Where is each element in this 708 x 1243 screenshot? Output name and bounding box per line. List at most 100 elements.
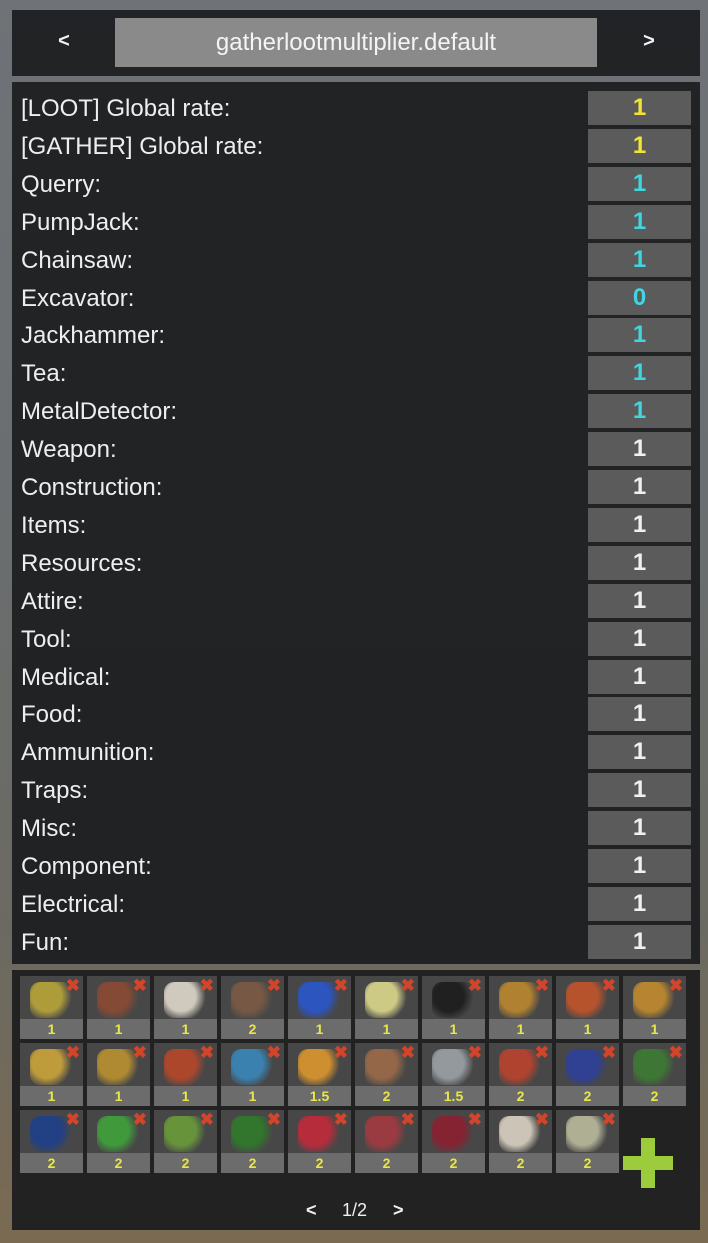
rate-value-input[interactable]: 1	[588, 470, 691, 504]
rate-value-input[interactable]: 1	[588, 166, 691, 201]
pager-next-button[interactable]: >	[393, 1200, 404, 1221]
item-multiplier: 1	[288, 1019, 351, 1039]
remove-item-icon[interactable]: ✖	[200, 1044, 214, 1061]
remove-item-icon[interactable]: ✖	[267, 977, 281, 994]
item-tile[interactable]: ✖ 2	[20, 1110, 83, 1173]
remove-item-icon[interactable]: ✖	[401, 977, 415, 994]
rate-value-input[interactable]: 1	[588, 204, 691, 239]
item-tile[interactable]: ✖ 2	[355, 1043, 418, 1106]
item-tile[interactable]: ✖ 2	[489, 1110, 552, 1173]
rate-value-input[interactable]: 1	[588, 886, 691, 921]
item-tile[interactable]: ✖ 1.5	[422, 1043, 485, 1106]
item-tile[interactable]: ✖ 1	[221, 1043, 284, 1106]
remove-item-icon[interactable]: ✖	[66, 977, 80, 994]
remove-item-icon[interactable]: ✖	[334, 977, 348, 994]
item-tile[interactable]: ✖ 1	[154, 1043, 217, 1106]
remove-item-icon[interactable]: ✖	[334, 1111, 348, 1128]
rate-value-input[interactable]: 1	[588, 811, 691, 846]
item-tile[interactable]: ✖ 2	[154, 1110, 217, 1173]
rate-label: Traps:	[21, 777, 89, 805]
remove-item-icon[interactable]: ✖	[267, 1111, 281, 1128]
rate-label: Chainsaw:	[21, 246, 134, 274]
remove-item-icon[interactable]: ✖	[401, 1111, 415, 1128]
remove-item-icon[interactable]: ✖	[66, 1111, 80, 1128]
rate-value-input[interactable]: 1	[588, 128, 691, 163]
remove-item-icon[interactable]: ✖	[334, 1044, 348, 1061]
item-tile[interactable]: ✖ 2	[221, 1110, 284, 1173]
item-tile[interactable]: ✖ 1	[87, 976, 150, 1039]
rate-value-input[interactable]: 1	[588, 583, 691, 618]
item-tile[interactable]: ✖ 2	[355, 1110, 418, 1173]
item-tile[interactable]: ✖ 1	[489, 976, 552, 1039]
remove-item-icon[interactable]: ✖	[267, 1044, 281, 1061]
rate-value-input[interactable]: 1	[588, 924, 691, 959]
rate-value-input[interactable]: 1	[588, 621, 691, 656]
remove-item-icon[interactable]: ✖	[602, 1044, 616, 1061]
remove-item-icon[interactable]: ✖	[66, 1044, 80, 1061]
item-multiplier: 2	[556, 1086, 619, 1106]
item-tile[interactable]: ✖ 2	[556, 1110, 619, 1173]
item-multiplier: 2	[355, 1086, 418, 1106]
remove-item-icon[interactable]: ✖	[535, 1111, 549, 1128]
rate-value-input[interactable]: 1	[588, 242, 691, 277]
rate-row: Fun: 1	[12, 924, 700, 959]
prev-config-button[interactable]: <	[44, 30, 84, 53]
remove-item-icon[interactable]: ✖	[200, 977, 214, 994]
remove-item-icon[interactable]: ✖	[669, 1044, 683, 1061]
remove-item-icon[interactable]: ✖	[133, 1111, 147, 1128]
rate-value-input[interactable]: 1	[588, 318, 691, 353]
remove-item-icon[interactable]: ✖	[535, 977, 549, 994]
item-tile[interactable]: ✖ 1	[154, 976, 217, 1039]
add-item-button[interactable]	[623, 1138, 673, 1188]
remove-item-icon[interactable]: ✖	[602, 1111, 616, 1128]
rate-value-input[interactable]: 1	[588, 356, 691, 391]
item-tile[interactable]: ✖ 2	[489, 1043, 552, 1106]
rate-value-input[interactable]: 1	[588, 507, 691, 542]
item-tile[interactable]: ✖ 1	[288, 976, 351, 1039]
item-tile[interactable]: ✖ 1	[87, 1043, 150, 1106]
item-tile[interactable]: ✖ 1	[355, 976, 418, 1039]
remove-item-icon[interactable]: ✖	[468, 1044, 482, 1061]
item-tile[interactable]: ✖ 1	[20, 976, 83, 1039]
rate-row: Chainsaw: 1	[12, 242, 700, 277]
item-tile[interactable]: ✖ 1	[623, 976, 686, 1039]
item-tile[interactable]: ✖ 1	[20, 1043, 83, 1106]
rate-label: Tool:	[21, 625, 72, 653]
pager-prev-button[interactable]: <	[306, 1200, 317, 1221]
rate-value-input[interactable]: 1	[588, 432, 691, 467]
item-multiplier: 2	[556, 1153, 619, 1173]
item-multiplier: 2	[489, 1153, 552, 1173]
remove-item-icon[interactable]: ✖	[468, 1111, 482, 1128]
rate-value-input[interactable]: 1	[588, 545, 691, 580]
rate-value-input[interactable]: 1	[588, 91, 691, 125]
remove-item-icon[interactable]: ✖	[401, 1044, 415, 1061]
rate-value-input[interactable]: 1	[588, 773, 691, 808]
remove-item-icon[interactable]: ✖	[602, 977, 616, 994]
item-tile[interactable]: ✖ 2	[422, 1110, 485, 1173]
item-tile[interactable]: ✖ 2	[288, 1110, 351, 1173]
item-tile[interactable]: ✖ 1.5	[288, 1043, 351, 1106]
item-multiplier: 2	[422, 1153, 485, 1173]
rate-value-input[interactable]: 1	[588, 394, 691, 429]
remove-item-icon[interactable]: ✖	[468, 977, 482, 994]
rate-label: Excavator:	[21, 284, 135, 312]
rate-value-input[interactable]: 1	[588, 849, 691, 883]
remove-item-icon[interactable]: ✖	[133, 977, 147, 994]
rate-value-input[interactable]: 1	[588, 697, 691, 732]
rate-value-input[interactable]: 1	[588, 659, 691, 694]
next-config-button[interactable]: >	[629, 30, 669, 53]
item-tile[interactable]: ✖ 1	[556, 976, 619, 1039]
item-multiplier: 1	[87, 1086, 150, 1106]
remove-item-icon[interactable]: ✖	[133, 1044, 147, 1061]
item-tile[interactable]: ✖ 2	[623, 1043, 686, 1106]
item-multiplier: 1.5	[288, 1086, 351, 1106]
item-tile[interactable]: ✖ 2	[556, 1043, 619, 1106]
rate-value-input[interactable]: 1	[588, 735, 691, 770]
item-tile[interactable]: ✖ 2	[87, 1110, 150, 1173]
item-tile[interactable]: ✖ 1	[422, 976, 485, 1039]
remove-item-icon[interactable]: ✖	[200, 1111, 214, 1128]
rate-value-input[interactable]: 0	[588, 280, 691, 315]
item-tile[interactable]: ✖ 2	[221, 976, 284, 1039]
remove-item-icon[interactable]: ✖	[535, 1044, 549, 1061]
remove-item-icon[interactable]: ✖	[669, 977, 683, 994]
